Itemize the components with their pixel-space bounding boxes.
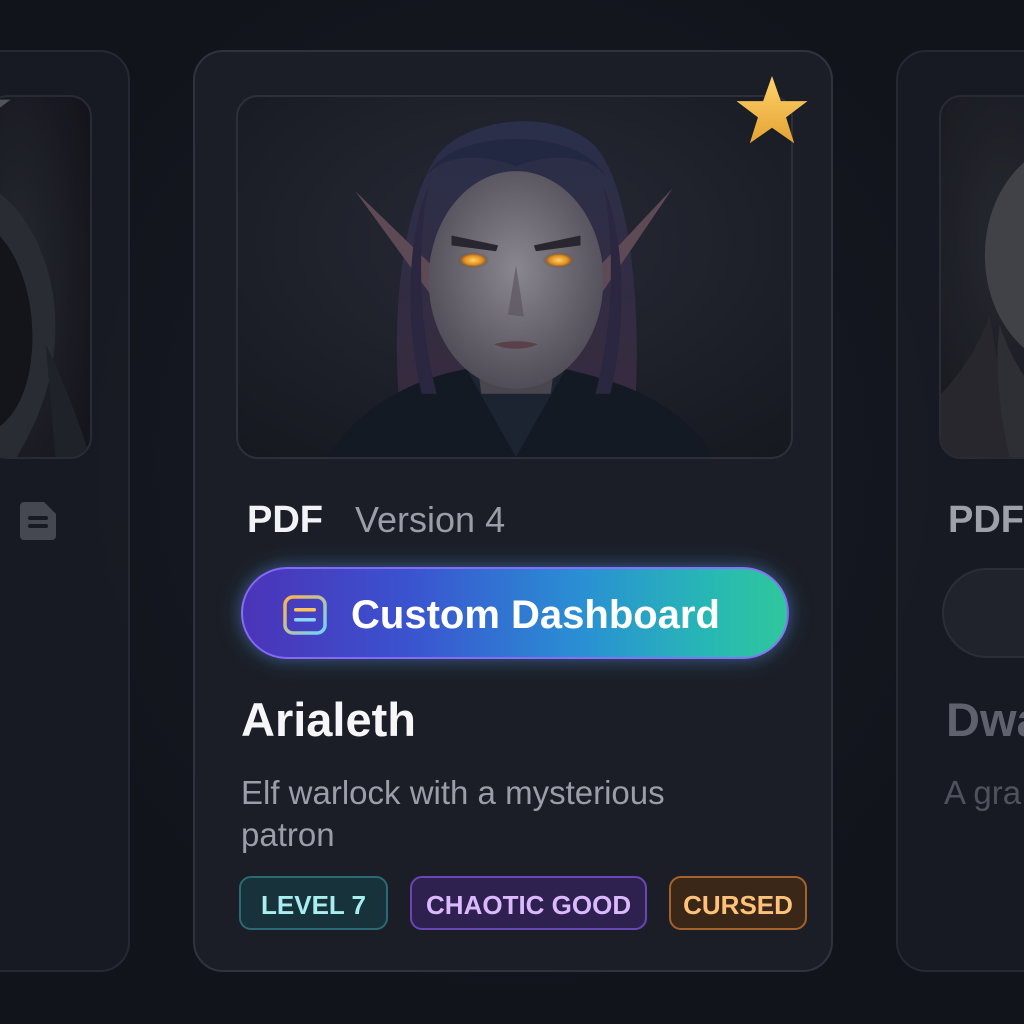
- document-icon: [20, 502, 56, 540]
- tag-list: LEVEL 7 CHAOTIC GOOD CURSED: [239, 876, 807, 930]
- custom-dashboard-button[interactable]: Custom Dashboard: [241, 567, 789, 659]
- favorite-star-icon[interactable]: [735, 74, 809, 146]
- character-card-next[interactable]: PDF Dwa A gra: [896, 50, 1024, 972]
- file-format-label: PDF: [247, 498, 323, 541]
- tag-alignment[interactable]: CHAOTIC GOOD: [410, 876, 648, 930]
- file-format-label: PDF: [948, 499, 1024, 541]
- version-label: Version 4: [355, 499, 506, 540]
- tag-level[interactable]: LEVEL 7: [239, 876, 389, 930]
- custom-dashboard-label: Custom Dashboard: [351, 593, 720, 637]
- hooded-figure-image: [0, 97, 90, 457]
- character-name: Arialeth: [241, 693, 416, 746]
- character-card[interactable]: PDF Version 4 Custom Dashboard Arialeth …: [193, 50, 833, 972]
- tag-cursed[interactable]: CURSED: [669, 876, 807, 930]
- favorite-star-icon[interactable]: [0, 74, 12, 142]
- dashboard-icon: [283, 595, 327, 635]
- elf-warlock-portrait-image: [238, 97, 791, 457]
- character-gallery: PDF Version 4 Custom Dashboard Arialeth …: [0, 0, 1024, 1024]
- character-description: Elf warlock with a mysterious patron: [241, 774, 665, 853]
- character-portrait: [0, 95, 92, 459]
- custom-dashboard-button[interactable]: [942, 568, 1024, 658]
- character-description: A gra: [944, 774, 1022, 811]
- character-card-previous[interactable]: [0, 50, 130, 972]
- character-name: Dwa: [946, 693, 1024, 746]
- character-portrait: [939, 95, 1024, 459]
- bald-dwarf-portrait-image: [941, 97, 1024, 457]
- file-meta: PDF Version 4: [247, 497, 505, 543]
- character-portrait: [236, 95, 793, 459]
